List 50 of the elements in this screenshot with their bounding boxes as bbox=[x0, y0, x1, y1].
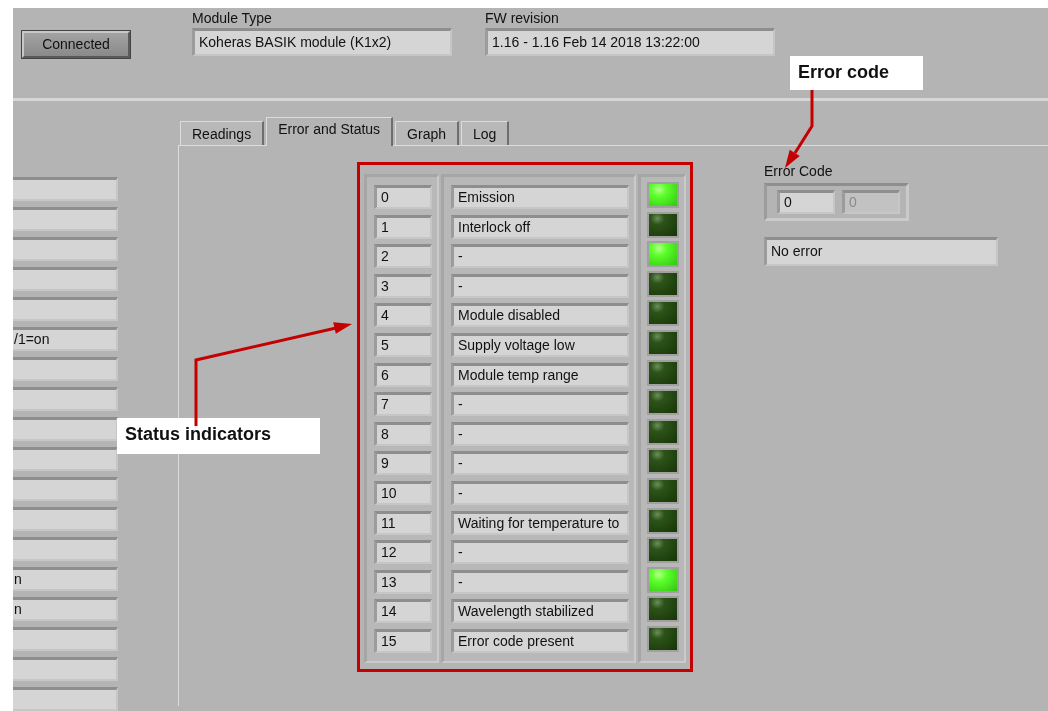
bit-number-field: 9 bbox=[374, 451, 432, 476]
callout-label: Status indicators bbox=[117, 418, 320, 454]
status-label-field: Error code present bbox=[451, 628, 629, 653]
error-code-field: 0 bbox=[842, 190, 900, 214]
bit-number-field: 5 bbox=[374, 332, 432, 357]
readout-field: n bbox=[13, 567, 118, 591]
status-label-field: Wavelength stabilized bbox=[451, 599, 629, 624]
status-label-field: - bbox=[451, 392, 629, 417]
error-code-field: 0 bbox=[777, 190, 835, 214]
bit-number-field: 12 bbox=[374, 540, 432, 565]
status-label-field: - bbox=[451, 569, 629, 594]
tab[interactable]: Log bbox=[461, 121, 510, 145]
bit-number-field: 4 bbox=[374, 303, 432, 328]
status-label-field: Emission bbox=[451, 185, 629, 209]
status-label-field: - bbox=[451, 273, 629, 298]
fw-revision-field: 1.16 - 1.16 Feb 14 2018 13:22:00 bbox=[485, 28, 775, 56]
bit-number-field: 2 bbox=[374, 244, 432, 269]
readout-field: n bbox=[13, 597, 118, 621]
bit-number-field: 11 bbox=[374, 510, 432, 535]
status-label-field: Supply voltage low bbox=[451, 332, 629, 357]
module-type-label: Module Type bbox=[192, 10, 273, 28]
bit-number-field: 6 bbox=[374, 362, 432, 387]
bit-number-field: 7 bbox=[374, 392, 432, 417]
callout-label: Error code bbox=[790, 56, 923, 90]
error-message-field: No error bbox=[764, 237, 998, 266]
status-label-field: Module temp range bbox=[451, 362, 629, 387]
status-label-field: Module disabled bbox=[451, 303, 629, 328]
readout-field: /1=on bbox=[13, 327, 118, 351]
bit-number-field: 0 bbox=[374, 185, 432, 209]
status-label-field: - bbox=[451, 540, 629, 565]
bit-number-field: 10 bbox=[374, 480, 432, 505]
fw-revision-label: FW revision bbox=[485, 10, 560, 28]
bit-number-field: 1 bbox=[374, 214, 432, 239]
bit-number-field: 3 bbox=[374, 273, 432, 298]
status-label-field: - bbox=[451, 244, 629, 269]
bit-number-field: 15 bbox=[374, 628, 432, 653]
bit-number-field: 8 bbox=[374, 421, 432, 446]
connected-button[interactable]: Connected bbox=[22, 31, 130, 58]
bit-number-field: 13 bbox=[374, 569, 432, 594]
bit-number-field: 14 bbox=[374, 599, 432, 624]
status-label-field: - bbox=[451, 480, 629, 505]
module-type-field: Koheras BASIK module (K1x2) bbox=[192, 28, 452, 56]
error-code-label: Error Code bbox=[764, 163, 834, 181]
tab[interactable]: Graph bbox=[395, 121, 459, 145]
status-label-field: - bbox=[451, 451, 629, 476]
status-label-field: Waiting for temperature to bbox=[451, 510, 629, 535]
tab[interactable]: Readings bbox=[180, 121, 265, 145]
tab[interactable]: Error and Status bbox=[266, 117, 394, 146]
status-label-field: Interlock off bbox=[451, 214, 629, 239]
status-label-field: - bbox=[451, 421, 629, 446]
